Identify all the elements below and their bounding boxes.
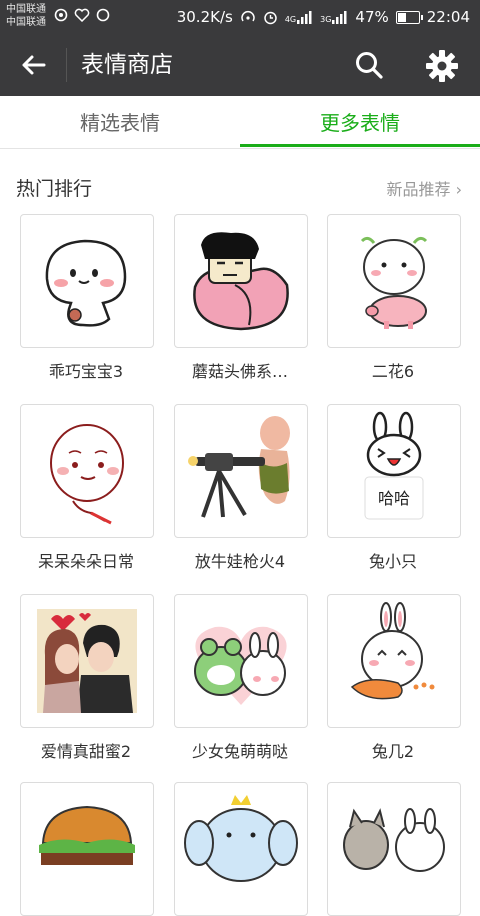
- back-arrow-icon[interactable]: [18, 50, 48, 80]
- battery-percent: 47%: [355, 8, 389, 26]
- sticker-image: [188, 416, 290, 518]
- new-recommend-link[interactable]: 新品推荐 ›: [387, 176, 463, 200]
- signal-icon-2: 3G: [320, 10, 348, 24]
- sticker-card-animals[interactable]: [327, 782, 461, 916]
- sticker-image: [37, 609, 137, 713]
- active-tab-indicator: [240, 144, 480, 147]
- sticker-image: [350, 602, 435, 700]
- app-bar-divider: [66, 48, 67, 82]
- notification-swirl-icon: [54, 8, 68, 22]
- sticker-name: 呆呆朵朵日常: [37, 552, 134, 571]
- carrier-2: 中国联通: [6, 17, 46, 28]
- sticker-image: [39, 805, 135, 865]
- sticker-name: 兔小只: [368, 552, 417, 571]
- sync-icon: [96, 8, 110, 22]
- sticker-name: 蘑菇头佛系…: [191, 362, 288, 381]
- sticker-image: [193, 232, 289, 331]
- sticker-name: 乖巧宝宝3: [48, 362, 124, 381]
- sticker-card-elephant[interactable]: [174, 782, 308, 916]
- sticker-image: [45, 239, 127, 327]
- sticker-image: [360, 236, 428, 329]
- sticker-name: 兔几2: [371, 742, 415, 761]
- carrier-1: 中国联通: [6, 4, 46, 15]
- tab-more[interactable]: 更多表情: [240, 96, 480, 148]
- battery-icon: [395, 10, 423, 24]
- app-bar: 表情商店: [0, 34, 480, 96]
- sticker-name: 少女兔萌萌哒: [191, 742, 288, 761]
- signal-icon: 4G: [284, 10, 313, 24]
- sticker-card-tuxiaozhi[interactable]: 哈哈: [327, 404, 461, 538]
- network-speed: 30.2K/s: [176, 8, 233, 26]
- sticker-image: [184, 795, 298, 882]
- section-title: 热门排行: [16, 178, 93, 200]
- sticker-image: [50, 424, 124, 525]
- clock: 22:04: [426, 8, 470, 26]
- sticker-card-love[interactable]: [20, 594, 154, 728]
- settings-gear-icon[interactable]: [425, 49, 459, 83]
- page-title: 表情商店: [81, 52, 173, 78]
- sticker-card-rabbit-girl[interactable]: [174, 594, 308, 728]
- heart-rate-icon: [74, 8, 90, 22]
- sticker-image: [194, 626, 287, 705]
- alarm-icon: [264, 11, 277, 24]
- status-right: 30.2K/s 4G 3G 47% 22:04: [177, 8, 470, 26]
- sticker-card-gunner[interactable]: [174, 404, 308, 538]
- sticker-image: [343, 808, 445, 872]
- status-bar: 中国联通 中国联通 30.2K/s 4G 3G 47% 22:04: [0, 0, 480, 34]
- sticker-caption: 哈哈: [377, 489, 410, 508]
- notification-icons: [54, 8, 110, 22]
- sticker-card-erhua[interactable]: [327, 214, 461, 348]
- sticker-card-tuji[interactable]: [327, 594, 461, 728]
- sticker-card-burger[interactable]: [20, 782, 154, 916]
- search-icon[interactable]: [354, 50, 384, 80]
- sticker-card-mushroom-head[interactable]: [174, 214, 308, 348]
- hotspot-icon: [241, 11, 255, 22]
- signal-label-2: 3G: [320, 14, 332, 24]
- sticker-name: 二花6: [371, 362, 415, 381]
- tab-bar: 精选表情 更多表情: [0, 96, 480, 149]
- sticker-image: [364, 411, 424, 520]
- tab-featured[interactable]: 精选表情: [0, 96, 240, 148]
- carrier-info: 中国联通 中国联通: [6, 3, 46, 29]
- sticker-name: 爱情真甜蜜2: [40, 742, 132, 761]
- signal-label-1: 4G: [284, 14, 297, 24]
- sticker-card-guaiqiao[interactable]: [20, 214, 154, 348]
- sticker-card-daidai[interactable]: [20, 404, 154, 538]
- sticker-name: 放牛娃枪火4: [194, 552, 286, 571]
